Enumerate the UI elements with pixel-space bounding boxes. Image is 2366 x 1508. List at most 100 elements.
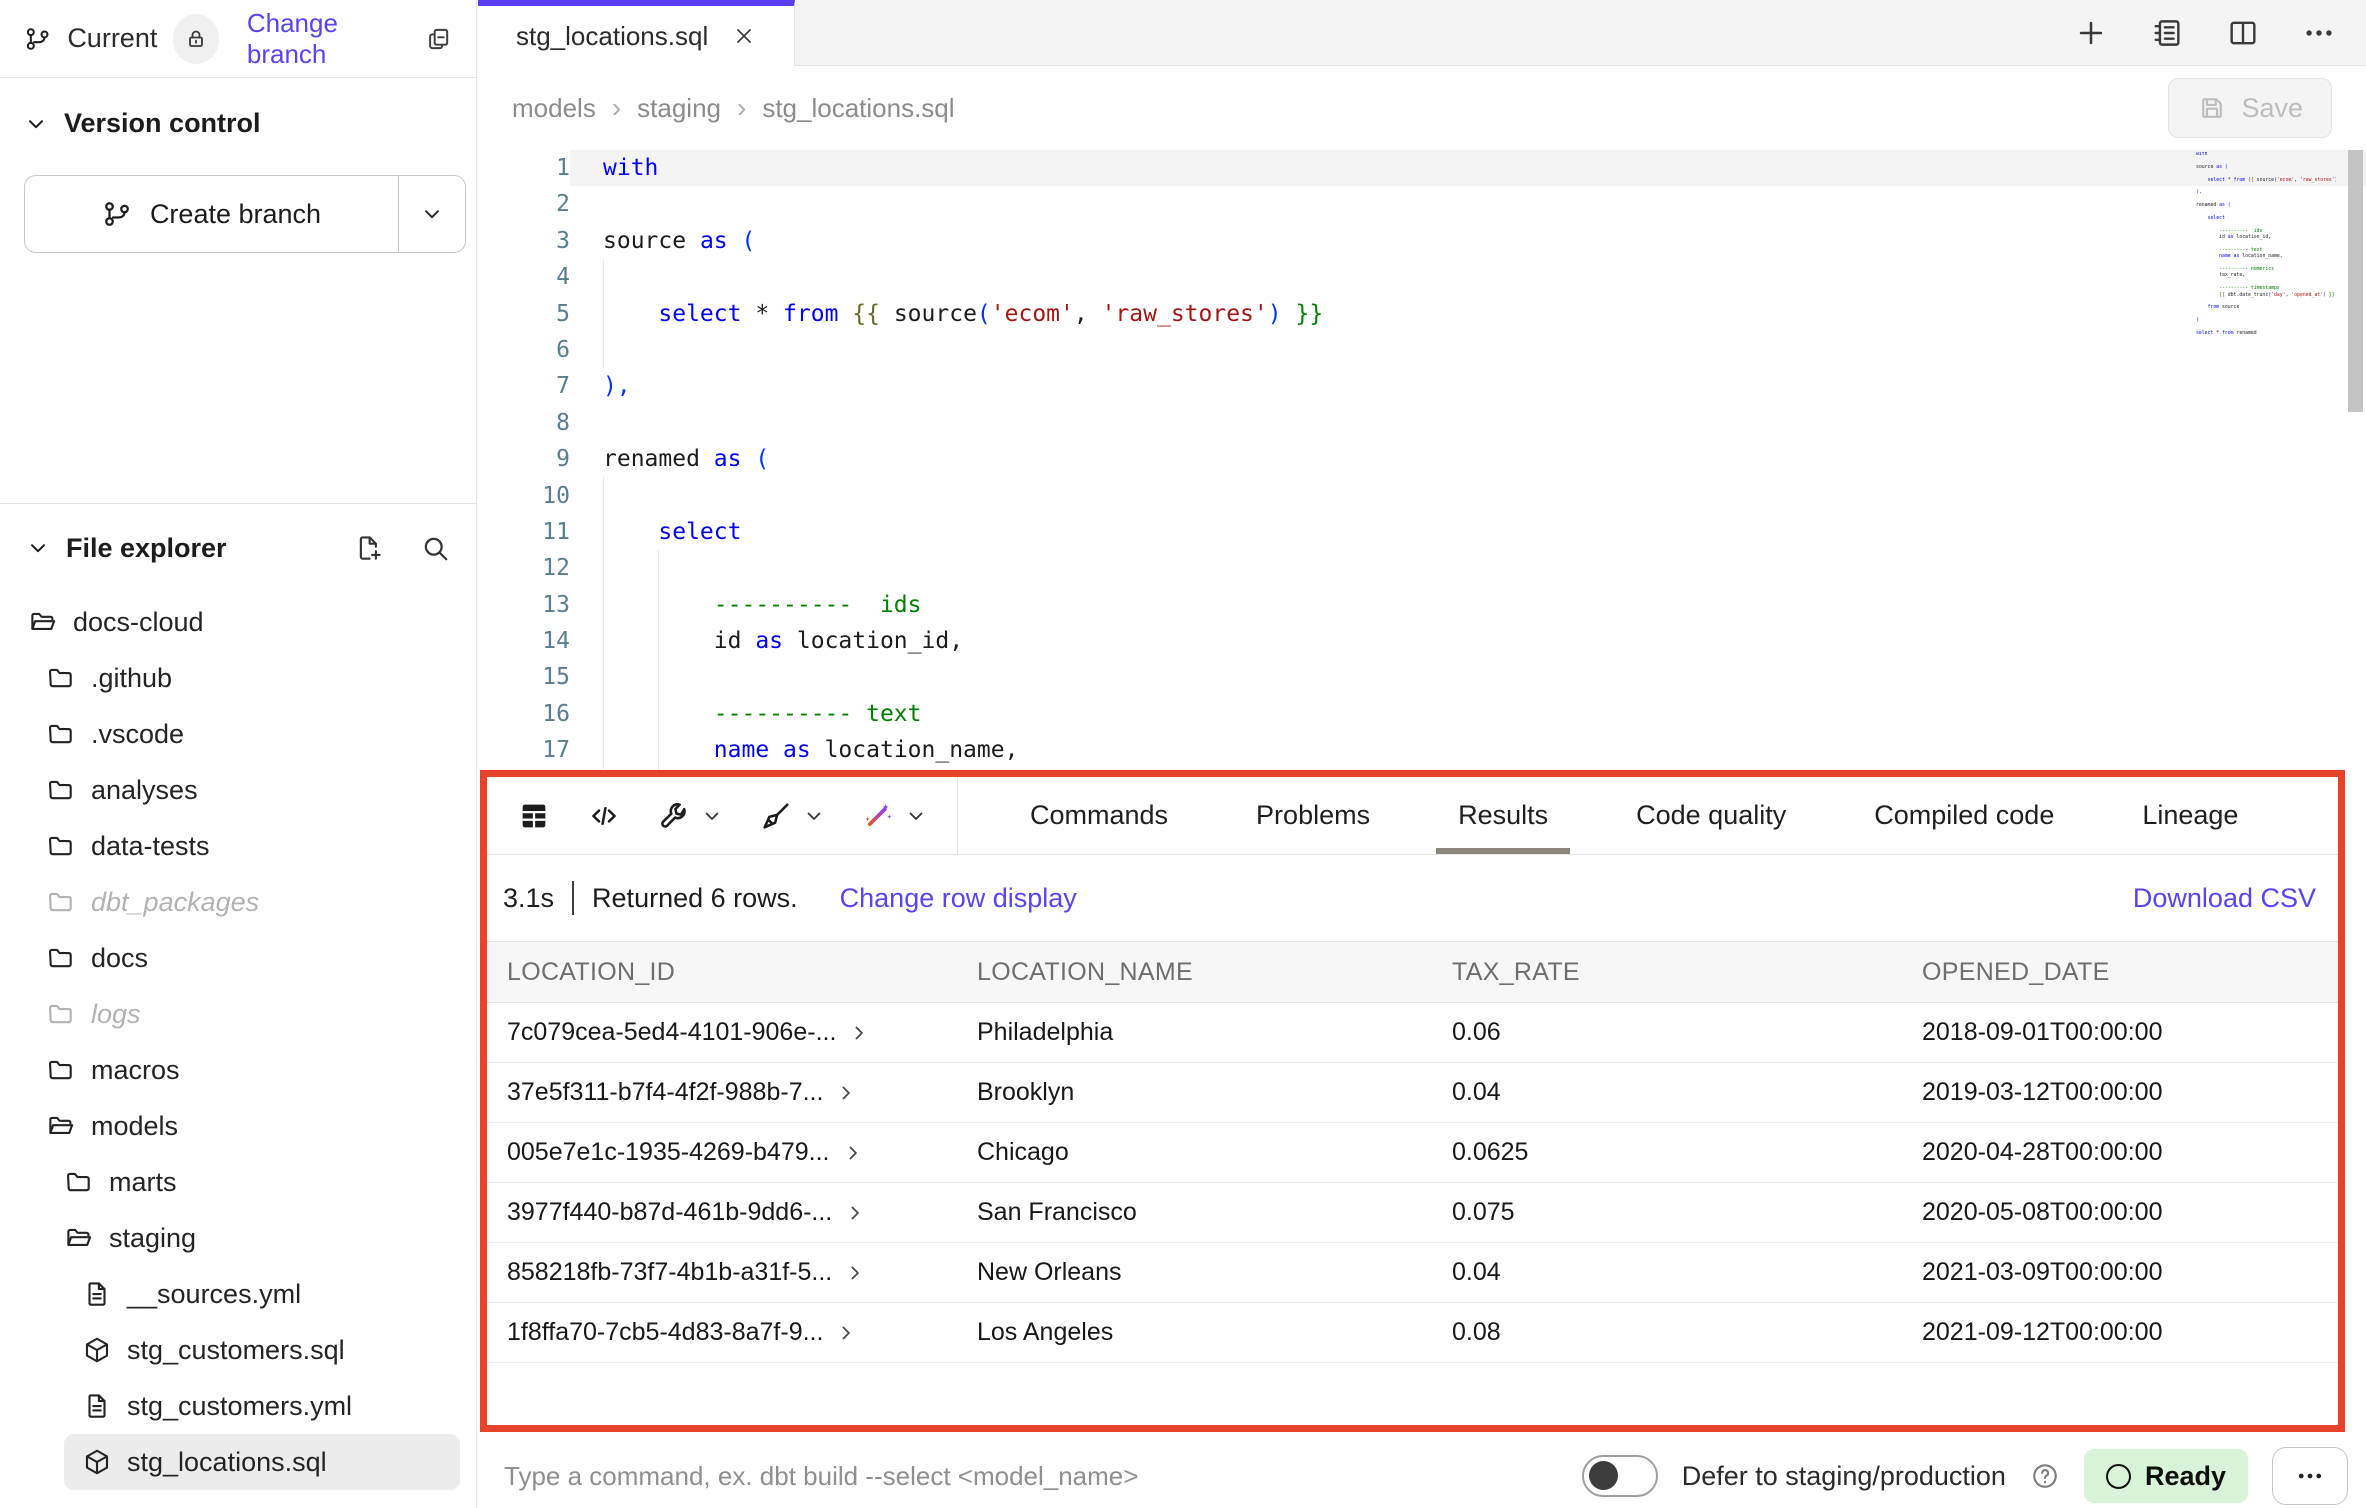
file-tree-item--github[interactable]: .github — [28, 650, 460, 706]
minimap[interactable]: withsource as ( select * from {{ source(… — [2196, 152, 2336, 337]
file-tree-item-stg-customers-yml[interactable]: stg_customers.yml — [64, 1378, 460, 1434]
expand-row-icon[interactable] — [844, 1262, 866, 1284]
line-number: 17 — [478, 732, 570, 768]
status-more-button[interactable] — [2272, 1447, 2348, 1505]
panel-tab-compiled-code[interactable]: Compiled code — [1864, 777, 2064, 854]
file-tree-item-marts[interactable]: marts — [46, 1154, 460, 1210]
copy-icon[interactable] — [425, 24, 452, 54]
code-line[interactable]: 13 ---------- ids — [478, 587, 2366, 623]
model-cube-icon — [82, 1335, 112, 1365]
new-file-icon[interactable] — [354, 533, 384, 563]
file-explorer-toggle[interactable]: File explorer — [26, 533, 227, 564]
build-button[interactable] — [657, 799, 723, 833]
table-row[interactable]: 005e7e1c-1935-4269-b479...Chicago0.06252… — [487, 1123, 2338, 1183]
file-tree-item-stg-locations-sql[interactable]: stg_locations.sql — [64, 1434, 460, 1490]
panel-tab-commands[interactable]: Commands — [1020, 777, 1178, 854]
code-editor[interactable]: 1with23source as (45 select * from {{ so… — [478, 150, 2366, 770]
save-button[interactable]: Save — [2168, 78, 2332, 138]
code-line[interactable]: 9renamed as ( — [478, 441, 2366, 477]
code-line[interactable]: 14 id as location_id, — [478, 623, 2366, 659]
expand-row-icon[interactable] — [835, 1322, 857, 1344]
copilot-button[interactable] — [861, 799, 927, 833]
code-line[interactable]: 3source as ( — [478, 223, 2366, 259]
column-header-tax_rate: TAX_RATE — [1432, 958, 1902, 987]
file-tree-item--sources-yml[interactable]: __sources.yml — [64, 1266, 460, 1322]
code-line[interactable]: 6 — [478, 332, 2366, 368]
file-tree-item-staging[interactable]: staging — [46, 1210, 460, 1266]
panel-tab-results[interactable]: Results — [1448, 777, 1558, 854]
chevron-down-icon[interactable] — [905, 805, 927, 827]
create-branch-button[interactable]: Create branch — [24, 175, 466, 253]
table-row[interactable]: 858218fb-73f7-4b1b-a31f-5...New Orleans0… — [487, 1243, 2338, 1303]
code-line[interactable]: 15 — [478, 659, 2366, 695]
expand-row-icon[interactable] — [842, 1142, 864, 1164]
table-row[interactable]: 7c079cea-5ed4-4101-906e-...Philadelphia0… — [487, 1003, 2338, 1063]
breadcrumb-item[interactable]: stg_locations.sql — [762, 93, 954, 124]
expand-row-icon[interactable] — [848, 1022, 870, 1044]
table-row[interactable]: 1f8ffa70-7cb5-4d83-8a7f-9...Los Angeles0… — [487, 1303, 2338, 1363]
file-tree-item-dbt-packages[interactable]: dbt_packages — [28, 874, 460, 930]
save-icon — [2197, 93, 2227, 123]
help-icon[interactable] — [2030, 1461, 2060, 1491]
file-tree-item-logs[interactable]: logs — [28, 986, 460, 1042]
editor-tab-stg-locations[interactable]: stg_locations.sql — [478, 0, 795, 66]
chevron-down-icon[interactable] — [803, 805, 825, 827]
change-row-display-link[interactable]: Change row display — [840, 883, 1077, 914]
code-line[interactable]: 5 select * from {{ source('ecom', 'raw_s… — [478, 296, 2366, 332]
breadcrumb-item[interactable]: models — [512, 93, 596, 124]
format-button[interactable] — [759, 799, 825, 833]
editor-more-icon[interactable] — [2302, 16, 2336, 50]
split-editor-icon[interactable] — [2226, 16, 2260, 50]
tab-list-icon[interactable] — [2150, 16, 2184, 50]
expand-row-icon[interactable] — [844, 1202, 866, 1224]
code-line[interactable]: 16 ---------- text — [478, 696, 2366, 732]
code-line[interactable]: 4 — [478, 259, 2366, 295]
breadcrumb: models›staging›stg_locations.sql — [512, 92, 955, 124]
panel-tab-lineage[interactable]: Lineage — [2132, 777, 2248, 854]
command-input[interactable]: Type a command, ex. dbt build --select <… — [504, 1461, 1582, 1492]
scrollbar-thumb[interactable] — [2348, 150, 2363, 412]
download-csv-link[interactable]: Download CSV — [2133, 883, 2316, 914]
code-line[interactable]: 2 — [478, 186, 2366, 222]
file-name: dbt_packages — [91, 887, 259, 918]
file-name: data-tests — [91, 831, 210, 862]
preview-button[interactable] — [517, 799, 551, 833]
table-cell: Philadelphia — [957, 1018, 1432, 1047]
file-tree-item-data-tests[interactable]: data-tests — [28, 818, 460, 874]
file-tree-item-analyses[interactable]: analyses — [28, 762, 460, 818]
code-line[interactable]: 12 — [478, 550, 2366, 586]
status-circle-icon — [2106, 1464, 2131, 1489]
folder-icon — [46, 943, 76, 973]
new-tab-icon[interactable] — [2074, 16, 2108, 50]
compile-button[interactable] — [587, 799, 621, 833]
expand-row-icon[interactable] — [835, 1082, 857, 1104]
chevron-down-icon[interactable] — [701, 805, 723, 827]
create-branch-dropdown[interactable] — [399, 176, 465, 252]
table-cell: Los Angeles — [957, 1318, 1432, 1347]
table-header: LOCATION_IDLOCATION_NAMETAX_RATEOPENED_D… — [487, 941, 2338, 1003]
defer-toggle[interactable] — [1582, 1455, 1658, 1497]
panel-tab-problems[interactable]: Problems — [1246, 777, 1380, 854]
code-line[interactable]: 10 — [478, 478, 2366, 514]
table-row[interactable]: 37e5f311-b7f4-4f2f-988b-7...Brooklyn0.04… — [487, 1063, 2338, 1123]
code-line[interactable]: 7), — [478, 368, 2366, 404]
file-tree-item-docs-cloud[interactable]: docs-cloud — [10, 594, 460, 650]
code-line[interactable]: 1with — [478, 150, 2366, 186]
file-tree-item--vscode[interactable]: .vscode — [28, 706, 460, 762]
code-line[interactable]: 8 — [478, 405, 2366, 441]
version-control-header[interactable]: Version control — [24, 108, 476, 139]
search-icon[interactable] — [420, 533, 450, 563]
file-tree-item-models[interactable]: models — [28, 1098, 460, 1154]
close-tab-icon[interactable] — [732, 24, 756, 48]
file-tree-item-stg-customers-sql[interactable]: stg_customers.sql — [64, 1322, 460, 1378]
create-branch-main[interactable]: Create branch — [25, 176, 399, 252]
panel-tab-code-quality[interactable]: Code quality — [1626, 777, 1796, 854]
code-line[interactable]: 11 select — [478, 514, 2366, 550]
editor-scrollbar[interactable] — [2344, 150, 2366, 770]
table-row[interactable]: 3977f440-b87d-461b-9dd6-...San Francisco… — [487, 1183, 2338, 1243]
file-tree-item-macros[interactable]: macros — [28, 1042, 460, 1098]
change-branch-link[interactable]: Change branch — [247, 8, 409, 70]
breadcrumb-item[interactable]: staging — [637, 93, 721, 124]
code-line[interactable]: 17 name as location_name, — [478, 732, 2366, 768]
file-tree-item-docs[interactable]: docs — [28, 930, 460, 986]
